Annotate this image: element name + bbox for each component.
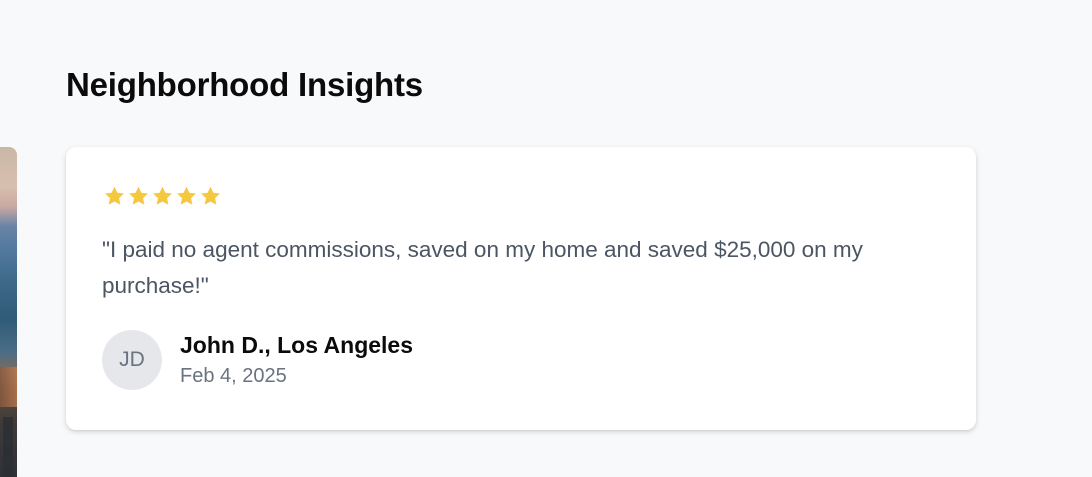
review-date: Feb 4, 2025 — [180, 365, 287, 387]
author-info: John D., Los Angeles Feb 4, 2025 — [180, 331, 413, 389]
section-title: Neighborhood Insights — [66, 66, 423, 103]
star-icon — [105, 186, 124, 205]
building-shape — [0, 367, 17, 407]
star-rating — [103, 185, 222, 207]
star-icon — [129, 186, 148, 205]
author-name: John D., Los Angeles — [180, 332, 414, 358]
star-icon — [177, 186, 196, 205]
star-icon — [201, 186, 220, 205]
avatar: JD — [102, 330, 162, 390]
building-shape — [3, 417, 13, 477]
review-quote: "I paid no agent commissions, saved on m… — [102, 237, 863, 298]
star-icon — [153, 186, 172, 205]
review-author: JD John D., Los Angeles Feb 4, 2025 — [102, 330, 413, 390]
city-skyline-image[interactable] — [0, 147, 17, 477]
review-card: "I paid no agent commissions, saved on m… — [66, 147, 976, 430]
